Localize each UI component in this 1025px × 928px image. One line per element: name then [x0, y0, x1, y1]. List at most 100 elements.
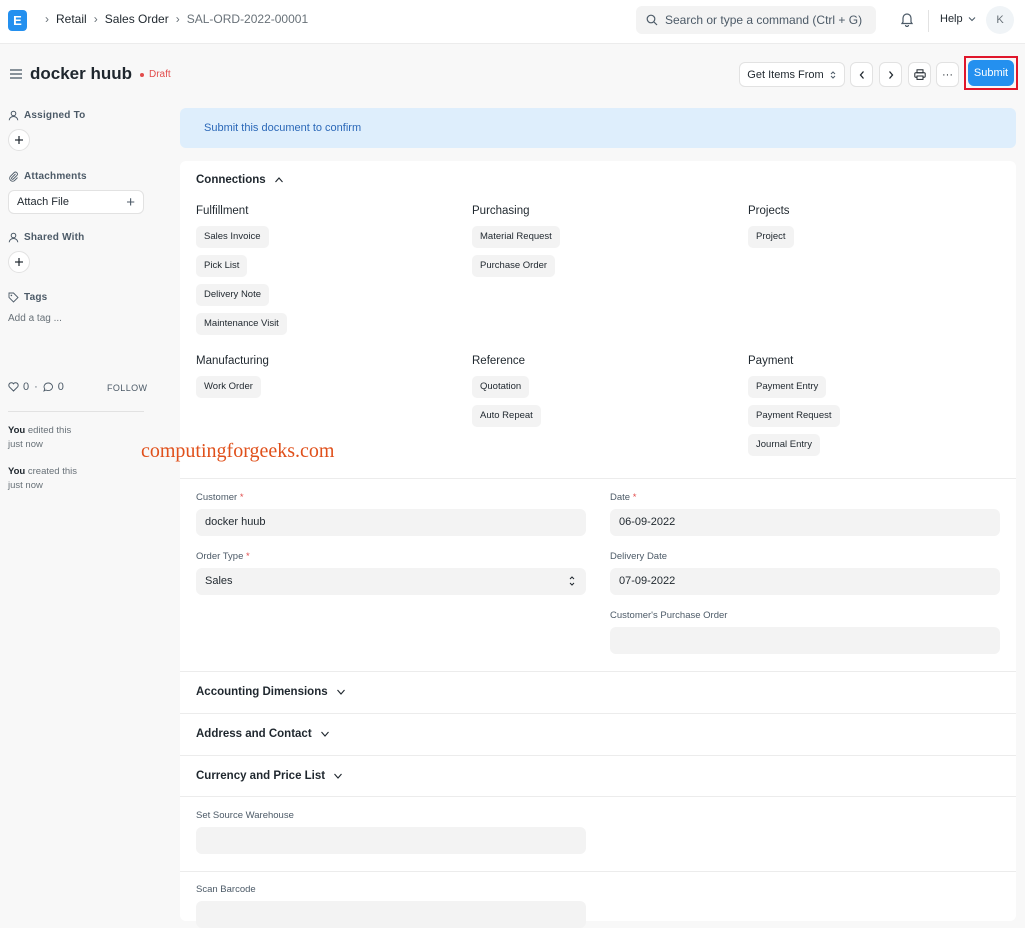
print-button[interactable] — [908, 62, 931, 87]
form-card: Connections Fulfillment Purchasing Proje… — [180, 161, 1016, 928]
help-label: Help — [940, 13, 963, 25]
divider — [8, 411, 144, 412]
attach-file-button[interactable]: Attach File + — [8, 190, 144, 214]
link-maintenance-visit[interactable]: Maintenance Visit — [196, 313, 287, 335]
connections-group-purchasing: Purchasing — [472, 205, 530, 217]
section-divider — [180, 478, 1016, 479]
connections-title: Connections — [196, 174, 266, 186]
shared-with-heading: Shared With — [8, 232, 84, 243]
follow-button[interactable]: FOLLOW — [107, 383, 147, 393]
page-head: docker huub Draft Get Items From ··· Sub… — [0, 44, 1025, 104]
status-dot — [140, 72, 144, 77]
breadcrumb-current[interactable]: SAL-ORD-2022-00001 — [187, 12, 308, 26]
sort-icon — [830, 70, 836, 79]
submit-highlight: Submit — [964, 56, 1018, 90]
add-tag-link[interactable]: Add a tag ... — [8, 313, 62, 324]
divider — [928, 10, 929, 32]
breadcrumb-sales-order[interactable]: Sales Order — [105, 12, 169, 26]
section-divider — [180, 796, 1016, 797]
customer-po-field[interactable] — [610, 627, 1000, 654]
plus-icon: + — [126, 194, 135, 211]
scan-barcode-label: Scan Barcode — [196, 884, 256, 895]
accounting-dimensions-title: Accounting Dimensions — [196, 686, 328, 698]
link-journal-entry[interactable]: Journal Entry — [748, 434, 820, 456]
section-divider — [180, 755, 1016, 756]
activity-time: just now — [8, 480, 43, 491]
assigned-to-heading: Assigned To — [8, 110, 85, 121]
activity-time: just now — [8, 439, 43, 450]
submit-button[interactable]: Submit — [968, 60, 1014, 86]
link-project[interactable]: Project — [748, 226, 794, 248]
delivery-date-label: Delivery Date — [610, 551, 668, 562]
currency-price-list-toggle[interactable]: Currency and Price List — [196, 770, 343, 782]
link-purchase-order[interactable]: Purchase Order — [472, 255, 556, 277]
customer-po-label: Customer's Purchase Order — [610, 610, 728, 621]
required-marker: * — [632, 492, 637, 503]
chevron-right-icon: › — [175, 12, 180, 26]
section-divider — [180, 713, 1016, 714]
delivery-date-field[interactable]: 07-09-2022 — [610, 568, 1000, 595]
activity-item: You edited this just now — [8, 424, 71, 452]
link-material-request[interactable]: Material Request — [472, 226, 560, 248]
add-assignee-button[interactable] — [8, 129, 30, 151]
chevron-left-icon — [859, 70, 864, 79]
next-button[interactable] — [879, 62, 902, 87]
customer-field[interactable]: docker huub — [196, 509, 586, 536]
tags-heading: Tags — [8, 292, 47, 303]
attachments-heading: Attachments — [8, 171, 87, 182]
address-contact-toggle[interactable]: Address and Contact — [196, 728, 330, 740]
search-placeholder: Search or type a command (Ctrl + G) — [665, 13, 863, 27]
app-logo-icon[interactable]: E — [8, 10, 27, 31]
link-work-order[interactable]: Work Order — [196, 376, 261, 398]
more-menu-button[interactable]: ··· — [936, 62, 959, 87]
required-marker: * — [246, 551, 250, 562]
link-pick-list[interactable]: Pick List — [196, 255, 248, 277]
avatar[interactable]: K — [986, 6, 1014, 34]
link-delivery-note[interactable]: Delivery Note — [196, 284, 270, 306]
likes-count: 0 — [23, 381, 30, 393]
connections-toggle[interactable]: Connections — [196, 174, 284, 186]
search-icon — [646, 14, 658, 26]
chevron-up-icon — [274, 177, 283, 183]
status-label: Draft — [149, 69, 171, 80]
breadcrumb: › Retail › Sales Order › SAL-ORD-2022-00… — [38, 12, 308, 26]
previous-button[interactable] — [850, 62, 873, 87]
separator-dot: · — [34, 381, 38, 393]
connections-group-manufacturing: Manufacturing — [196, 355, 269, 367]
date-field[interactable]: 06-09-2022 — [610, 509, 1000, 536]
chevron-right-icon — [888, 70, 893, 79]
comments-count: 0 — [57, 381, 64, 393]
link-payment-entry[interactable]: Payment Entry — [748, 376, 827, 398]
help-dropdown[interactable]: Help — [940, 13, 977, 25]
search-input[interactable]: Search or type a command (Ctrl + G) — [636, 6, 876, 34]
order-type-select[interactable]: Sales — [196, 568, 586, 595]
connections-group-reference: Reference — [472, 355, 526, 367]
breadcrumb-retail[interactable]: Retail — [56, 12, 87, 26]
section-divider — [180, 671, 1016, 672]
link-quotation[interactable]: Quotation — [472, 376, 530, 398]
section-divider — [180, 871, 1016, 872]
accounting-dimensions-toggle[interactable]: Accounting Dimensions — [196, 686, 346, 698]
order-type-value: Sales — [205, 575, 233, 587]
link-payment-request[interactable]: Payment Request — [748, 405, 840, 427]
user-icon — [8, 110, 19, 121]
attach-file-label: Attach File — [17, 196, 69, 208]
comment-icon[interactable] — [43, 382, 54, 392]
source-warehouse-field[interactable] — [196, 827, 586, 854]
plus-icon — [15, 136, 23, 144]
get-items-label: Get Items From — [747, 68, 824, 81]
bell-icon[interactable] — [900, 11, 914, 27]
heart-icon[interactable] — [8, 382, 19, 392]
printer-icon — [913, 69, 926, 80]
chevron-down-icon — [320, 731, 329, 737]
address-contact-title: Address and Contact — [196, 728, 312, 740]
sidebar-toggle-icon[interactable] — [10, 69, 22, 79]
link-auto-repeat[interactable]: Auto Repeat — [472, 405, 541, 427]
add-share-button[interactable] — [8, 251, 30, 273]
scan-barcode-field[interactable] — [196, 901, 586, 928]
activity-text: edited this — [25, 425, 72, 436]
connections-group-projects: Projects — [748, 205, 790, 217]
link-sales-invoice[interactable]: Sales Invoice — [196, 226, 269, 248]
activity-user: You — [8, 425, 26, 436]
get-items-from-button[interactable]: Get Items From — [739, 62, 845, 87]
